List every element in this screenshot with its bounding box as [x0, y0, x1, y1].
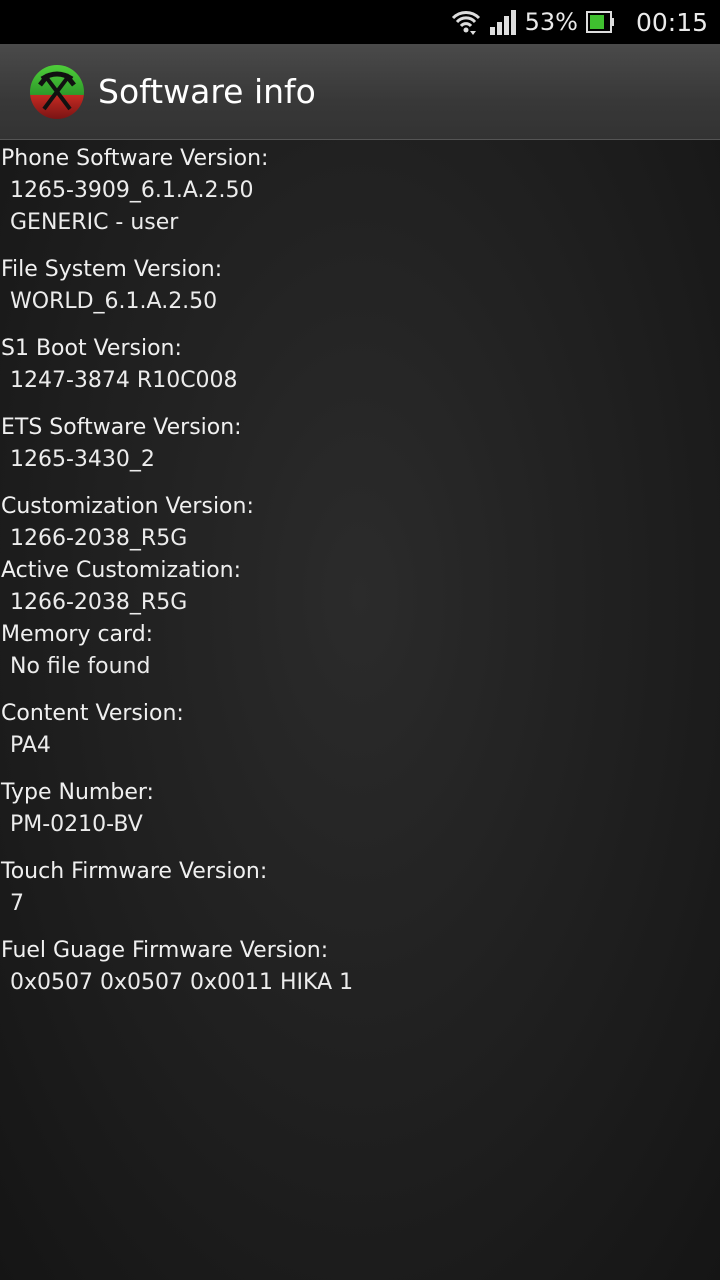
battery-percent: 53% [524, 8, 578, 36]
info-value: 1266-2038_R5G [10, 526, 188, 551]
battery-icon [585, 10, 614, 34]
info-section-ets-software: ETS Software Version: 1265-3430_2 [0, 412, 720, 476]
software-info-content: Phone Software Version: 1265-3909_6.1.A.… [0, 140, 720, 1280]
info-value: 0x0507 0x0507 0x0011 HIKA 1 [10, 970, 354, 995]
action-bar: Software info [0, 44, 720, 140]
info-label: ETS Software Version: [1, 415, 242, 440]
status-bar: 53% 00:15 [0, 0, 720, 44]
info-value: WORLD_6.1.A.2.50 [10, 289, 218, 314]
info-label: Phone Software Version: [1, 146, 269, 171]
info-value: 1265-3909_6.1.A.2.50 [10, 178, 254, 203]
info-label: Customization Version: [1, 494, 254, 519]
info-value: 1247-3874 R10C008 [10, 368, 238, 393]
info-value: 7 [10, 891, 24, 916]
info-section-memory-card: Memory card: No file found [0, 619, 720, 683]
page-title: Software info [98, 72, 316, 111]
signal-icon [489, 9, 517, 35]
wifi-icon [451, 8, 481, 36]
info-value: GENERIC - user [10, 210, 179, 235]
info-section-phone-software: Phone Software Version: 1265-3909_6.1.A.… [0, 143, 720, 239]
info-list: Phone Software Version: 1265-3909_6.1.A.… [0, 140, 720, 999]
info-label: Type Number: [1, 780, 154, 805]
clock: 00:15 [635, 7, 708, 37]
info-section-active-customization: Active Customization: 1266-2038_R5G [0, 555, 720, 619]
info-label: File System Version: [1, 257, 223, 282]
info-label: Memory card: [1, 622, 154, 647]
info-section-type-number: Type Number: PM-0210-BV [0, 777, 720, 841]
info-value: No file found [10, 654, 151, 679]
info-value: PM-0210-BV [10, 812, 143, 837]
info-section-fuel-gauge-firmware: Fuel Guage Firmware Version: 0x0507 0x05… [0, 935, 720, 999]
pickaxe-tools-icon[interactable] [28, 63, 86, 121]
info-value: 1265-3430_2 [10, 447, 155, 472]
info-value: PA4 [10, 733, 51, 758]
info-label: Content Version: [1, 701, 184, 726]
info-label: Fuel Guage Firmware Version: [1, 938, 329, 963]
info-label: S1 Boot Version: [1, 336, 182, 361]
info-label: Touch Firmware Version: [1, 859, 268, 884]
info-section-s1-boot: S1 Boot Version: 1247-3874 R10C008 [0, 333, 720, 397]
info-value: 1266-2038_R5G [10, 590, 188, 615]
info-label: Active Customization: [1, 558, 242, 583]
info-section-file-system: File System Version: WORLD_6.1.A.2.50 [0, 254, 720, 318]
info-section-content-version: Content Version: PA4 [0, 698, 720, 762]
info-section-customization: Customization Version: 1266-2038_R5G [0, 491, 720, 555]
info-section-touch-firmware: Touch Firmware Version: 7 [0, 856, 720, 920]
